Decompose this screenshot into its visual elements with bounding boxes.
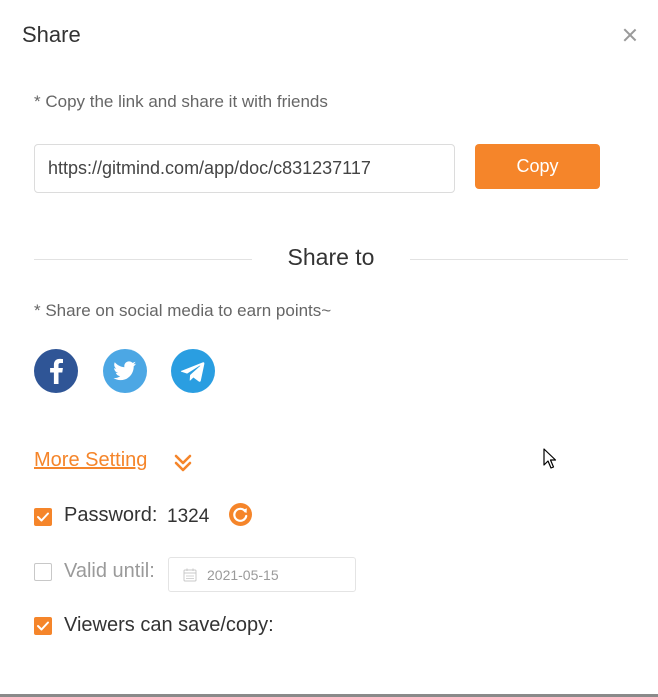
social-hint: * Share on social media to earn points~ xyxy=(34,301,332,320)
valid-until-date: 2021-05-15 xyxy=(207,567,279,583)
more-setting-link[interactable]: More Setting xyxy=(34,449,147,472)
valid-until-checkbox[interactable] xyxy=(34,563,52,581)
refresh-icon xyxy=(233,507,248,522)
facebook-icon xyxy=(50,358,63,384)
telegram-icon xyxy=(180,362,205,382)
share-link-input[interactable] xyxy=(34,144,455,193)
divider-left xyxy=(34,259,252,260)
mouse-cursor-icon xyxy=(543,448,557,469)
check-icon xyxy=(37,621,49,631)
copy-link-hint: * Copy the link and share it with friend… xyxy=(34,92,328,111)
valid-until-date-picker[interactable]: 2021-05-15 xyxy=(168,557,356,592)
refresh-password-button[interactable] xyxy=(229,503,252,526)
password-checkbox[interactable] xyxy=(34,508,52,526)
copy-button[interactable]: Copy xyxy=(475,144,600,189)
password-label: Password: xyxy=(64,504,158,526)
twitter-icon xyxy=(113,361,136,381)
double-chevron-down-icon[interactable] xyxy=(172,452,194,474)
divider-right xyxy=(410,259,628,260)
viewers-save-checkbox[interactable] xyxy=(34,617,52,635)
viewers-save-label: Viewers can save/copy: xyxy=(64,614,274,636)
share-to-heading: Share to xyxy=(287,244,375,270)
valid-until-label: Valid until: xyxy=(64,560,155,582)
password-value: 1324 xyxy=(167,506,210,527)
facebook-share-button[interactable] xyxy=(34,349,78,393)
check-icon xyxy=(37,512,49,522)
dialog-title: Share xyxy=(22,22,81,47)
twitter-share-button[interactable] xyxy=(103,349,147,393)
share-dialog: Share * Copy the link and share it with … xyxy=(0,0,658,697)
close-icon[interactable] xyxy=(620,26,640,46)
calendar-icon xyxy=(183,568,197,582)
telegram-share-button[interactable] xyxy=(171,349,215,393)
